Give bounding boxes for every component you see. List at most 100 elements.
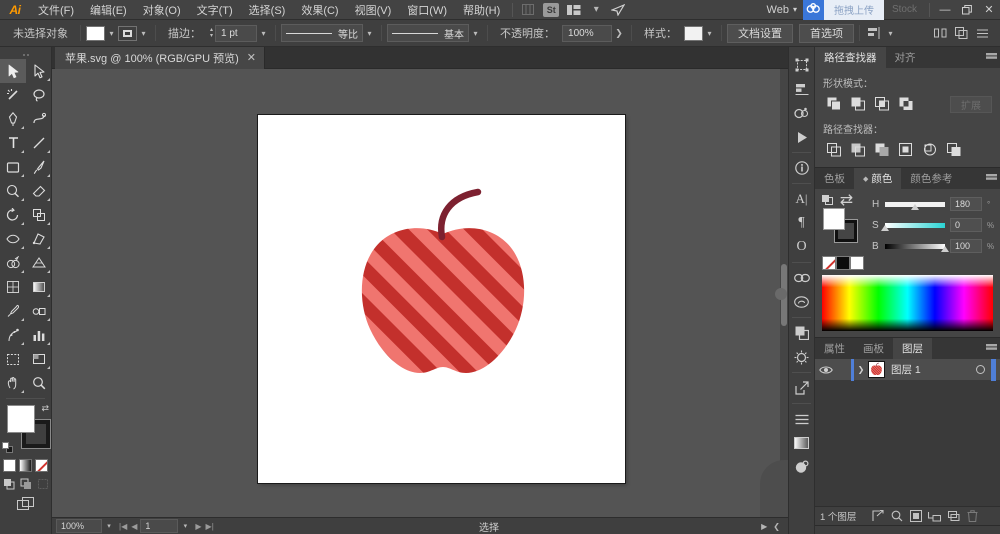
workspace-selector[interactable]: Web ▾ [761, 0, 803, 20]
perspective-grid-tool[interactable] [26, 251, 52, 275]
white-swatch[interactable] [850, 256, 864, 270]
tab-color[interactable]: ◆ 颜色 [854, 168, 902, 189]
color-fill-swatch[interactable] [823, 208, 845, 230]
transform-options-icon[interactable] [952, 24, 971, 42]
paragraph-panel-icon[interactable]: ¶ [790, 211, 814, 235]
search-layer-icon[interactable] [887, 507, 906, 526]
minus-front-button[interactable] [847, 94, 869, 114]
tab-align[interactable]: 对齐 [885, 47, 925, 68]
canvas-area[interactable] [52, 69, 788, 517]
locate-object-icon[interactable] [868, 507, 887, 526]
menu-view[interactable]: 视图(V) [347, 0, 400, 20]
brush-definition-dropdown-icon[interactable]: ▾ [469, 25, 482, 41]
transform-panel-icon[interactable] [790, 53, 814, 77]
tab-properties[interactable]: 属性 [815, 338, 854, 359]
create-new-layer-icon[interactable] [944, 507, 963, 526]
distribute-objects-icon[interactable] [931, 24, 950, 42]
swap-fill-stroke-icon[interactable]: ⇄ [41, 403, 49, 414]
rotate-tool[interactable] [0, 203, 26, 227]
merge-button[interactable] [871, 140, 893, 160]
stroke-swatch[interactable] [118, 25, 137, 41]
layer-visibility-icon[interactable] [815, 365, 837, 375]
transparency-panel-icon[interactable] [790, 321, 814, 345]
align-options-icon[interactable] [865, 24, 884, 42]
stroke-weight-field[interactable]: 1 pt [215, 24, 258, 42]
direct-selection-tool[interactable] [26, 59, 52, 83]
draw-behind-mode-icon[interactable] [19, 477, 32, 490]
menu-effect[interactable]: 效果(C) [293, 0, 346, 20]
drag-upload-label[interactable]: 拖拽上传 [823, 0, 884, 20]
layer-name[interactable]: 图层 1 [891, 362, 921, 377]
stroke-profile-dropdown-icon[interactable]: ▾ [363, 25, 376, 41]
brightness-value[interactable]: 100 [950, 239, 982, 253]
zoom-dropdown-icon[interactable]: ▾ [102, 522, 116, 530]
stroke-weight-dropdown-icon[interactable]: ▾ [257, 25, 270, 41]
document-info-panel-icon[interactable] [790, 407, 814, 431]
stroke-weight-stepper[interactable]: ▴ ▾ [208, 27, 215, 39]
create-sublayer-icon[interactable] [925, 507, 944, 526]
saturation-value[interactable]: 0 [950, 218, 982, 232]
fill-color-swatch[interactable] [7, 405, 35, 433]
none-mode-button[interactable] [35, 459, 48, 472]
pathfinder-panel-menu-icon[interactable] [982, 47, 1000, 68]
slice-tool[interactable] [26, 347, 52, 371]
stock-label[interactable]: Stock [884, 4, 925, 15]
selection-tool[interactable] [0, 59, 26, 83]
saturation-slider[interactable] [881, 222, 945, 231]
eyedropper-tool[interactable] [0, 299, 26, 323]
cloud-upload-button[interactable] [802, 0, 824, 20]
tab-layers[interactable]: 图层 [893, 338, 932, 359]
menu-select[interactable]: 选择(S) [241, 0, 294, 20]
line-segment-tool[interactable] [26, 131, 52, 155]
table-row[interactable]: ❯ 图层 1 [815, 358, 1000, 381]
send-share-icon[interactable] [607, 0, 629, 20]
column-graph-tool[interactable] [26, 323, 52, 347]
divide-button[interactable] [823, 140, 845, 160]
hand-tool[interactable] [0, 371, 26, 395]
close-icon[interactable]: ✕ [247, 52, 256, 64]
free-transform-tool[interactable] [26, 227, 52, 251]
black-swatch[interactable] [836, 256, 850, 270]
artboard-dropdown-icon[interactable]: ▾ [178, 522, 192, 530]
hue-value[interactable]: 180 [950, 197, 982, 211]
trim-button[interactable] [847, 140, 869, 160]
swap-colors-icon[interactable]: ⇄ [840, 192, 853, 209]
mesh-tool[interactable] [0, 275, 26, 299]
opacity-options-icon[interactable]: ❯ [612, 25, 626, 42]
make-clipping-mask-icon[interactable] [906, 507, 925, 526]
draw-normal-mode-icon[interactable] [2, 477, 15, 490]
gradient-mode-button[interactable] [19, 459, 32, 472]
menu-type[interactable]: 文字(T) [189, 0, 241, 20]
paintbrush-tool[interactable] [26, 155, 52, 179]
brush-definition-combo[interactable]: 基本 [387, 24, 470, 42]
toolbar-grip[interactable] [0, 47, 51, 59]
workspace-chevron-icon[interactable]: ▾ [585, 0, 607, 20]
workspace-switcher-icon[interactable] [563, 0, 585, 20]
default-fill-stroke-icon[interactable] [2, 442, 13, 453]
rectangle-tool[interactable] [0, 155, 26, 179]
document-tab[interactable]: 苹果.svg @ 100% (RGB/GPU 预览) ✕ [55, 47, 265, 69]
zoom-tool[interactable] [26, 371, 52, 395]
layers-list-body[interactable] [815, 381, 1000, 506]
draw-inside-mode-icon[interactable] [36, 477, 49, 490]
preferences-button[interactable]: 首选项 [799, 23, 855, 43]
expand-button[interactable]: 扩展 [950, 95, 992, 113]
eraser-tool[interactable] [26, 179, 52, 203]
color-spectrum-ramp[interactable] [822, 275, 993, 331]
width-tool[interactable] [0, 227, 26, 251]
menu-window[interactable]: 窗口(W) [399, 0, 455, 20]
symbol-sprayer-tool[interactable] [0, 323, 26, 347]
creative-cloud-libraries-icon[interactable] [790, 290, 814, 314]
graphic-style-swatch[interactable] [684, 25, 704, 41]
shape-builder-tool[interactable] [0, 251, 26, 275]
stroke-profile-combo[interactable]: 等比 [281, 24, 364, 42]
magic-wand-tool[interactable] [0, 83, 26, 107]
info-panel-icon[interactable] [790, 156, 814, 180]
delete-layer-icon[interactable] [963, 507, 982, 526]
tab-artboards[interactable]: 画板 [854, 338, 893, 359]
restore-button[interactable] [956, 0, 978, 20]
minimize-button[interactable]: — [934, 0, 956, 20]
pen-tool[interactable] [0, 107, 26, 131]
curvature-tool[interactable] [26, 107, 52, 131]
artwork-striped-apple[interactable] [338, 177, 548, 402]
